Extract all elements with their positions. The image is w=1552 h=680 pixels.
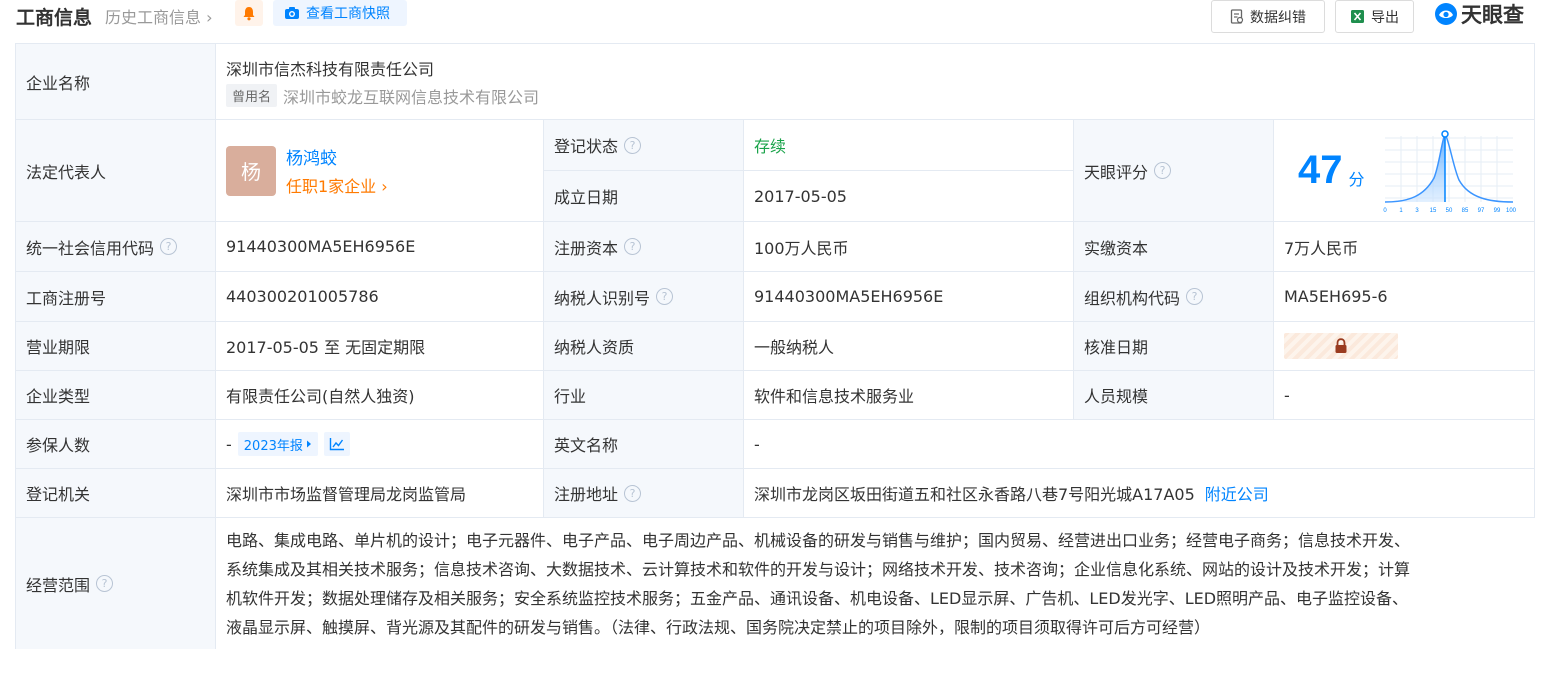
label-credit-code: 统一社会信用代码 ?	[16, 222, 216, 272]
value-reg-status: 存续	[744, 120, 1074, 171]
value-authority: 深圳市市场监督管理局龙岗监管局	[216, 469, 544, 518]
score-unit: 分	[1348, 169, 1365, 189]
notify-button[interactable]	[235, 0, 263, 26]
label-insured: 参保人数	[16, 420, 216, 469]
help-icon[interactable]: ?	[624, 238, 642, 255]
value-english-name: -	[744, 420, 1535, 469]
help-icon[interactable]: ?	[624, 484, 642, 502]
label-term: 营业期限	[16, 322, 216, 371]
score-tick: 97	[1477, 208, 1484, 214]
value-reg-number: 440300201005786	[216, 272, 544, 322]
value-credit-code: 91440300MA5EH6956E	[216, 222, 544, 272]
label-staff-size: 人员规模	[1074, 371, 1274, 420]
excel-icon	[1351, 10, 1364, 23]
score-tick: 15	[1429, 208, 1436, 214]
label-taxpayer-id: 纳税人识别号 ?	[544, 272, 744, 322]
positions-link[interactable]: 任职1家企业 ›	[286, 173, 388, 197]
label-legal-rep: 法定代表人	[16, 120, 216, 222]
annual-report-tag[interactable]: 2023年报	[237, 432, 318, 456]
label-established: 成立日期	[544, 171, 744, 222]
value-taxpayer-id: 91440300MA5EH6956E	[744, 272, 1074, 322]
label-reg-number: 工商注册号	[16, 272, 216, 322]
line-chart-icon	[329, 438, 344, 451]
label-score: 天眼评分 ?	[1074, 120, 1274, 222]
scope-line: 系统集成及其相关技术服务；信息技术咨询、大数据技术、云计算技术和软件的开发与设计…	[226, 559, 1411, 579]
label-english-name: 英文名称	[544, 420, 744, 469]
label-reg-status: 登记状态 ?	[544, 120, 744, 171]
scope-line: 电路、集成电路、单片机的设计；电子元器件、电子产品、电子周边产品、机械设备的研发…	[226, 530, 1411, 550]
label-industry: 行业	[544, 371, 744, 420]
lock-icon	[1335, 338, 1347, 353]
value-industry: 软件和信息技术服务业	[744, 371, 1074, 420]
label-taxpayer-type: 纳税人资质	[544, 322, 744, 371]
value-insured: - 2023年报	[216, 420, 544, 469]
label-scope: 经营范围 ?	[16, 518, 216, 649]
label-authority: 登记机关	[16, 469, 216, 518]
value-company-name: 深圳市信杰科技有限责任公司 曾用名 深圳市蛟龙互联网信息技术有限公司	[216, 44, 1535, 120]
value-score[interactable]: 47 分 0 1 3 15 50 85 97 99 100	[1274, 120, 1535, 222]
reg-status-value: 存续	[754, 137, 787, 156]
label-reg-capital: 注册资本 ?	[544, 222, 744, 272]
header-bar: 工商信息 历史工商信息 › 查看工商快照 数据纠错 导出 天眼查	[0, 0, 1552, 33]
help-icon[interactable]: ?	[160, 238, 178, 255]
bell-icon	[243, 6, 255, 20]
report-icon	[1230, 9, 1244, 24]
tianyancha-logo-icon	[1435, 3, 1457, 25]
score-distribution-chart: 0 1 3 15 50 85 97 99 100	[1383, 129, 1517, 214]
history-link[interactable]: 历史工商信息 ›	[105, 4, 213, 28]
avatar: 杨	[226, 145, 276, 196]
help-icon[interactable]: ?	[1154, 162, 1172, 179]
label-org-code: 组织机构代码 ?	[1074, 272, 1274, 322]
camera-icon	[285, 7, 299, 19]
nearby-companies-link[interactable]: 附近公司	[1205, 481, 1269, 505]
brand-logo: 天眼查	[1434, 0, 1524, 28]
former-name: 深圳市蛟龙互联网信息技术有限公司	[283, 87, 540, 107]
value-org-code: MA5EH695-6	[1274, 272, 1535, 322]
value-legal-rep: 杨 杨鸿蛟 任职1家企业 ›	[216, 120, 544, 222]
label-company-type: 企业类型	[16, 371, 216, 420]
scope-line: 液晶显示屏、触摸屏、背光源及其配件的研发与销售。（法律、行政法规、国务院决定禁止…	[226, 617, 1211, 637]
score-tick: 1	[1399, 208, 1403, 214]
help-icon[interactable]: ?	[96, 575, 114, 592]
label-approval-date: 核准日期	[1074, 322, 1274, 371]
legal-rep-name-link[interactable]: 杨鸿蛟	[286, 144, 388, 169]
value-term: 2017-05-05 至 无固定期限	[216, 322, 544, 371]
label-address: 注册地址 ?	[544, 469, 744, 518]
value-reg-capital: 100万人民币	[744, 222, 1074, 272]
help-icon[interactable]: ?	[1186, 288, 1204, 305]
locked-content[interactable]	[1284, 333, 1398, 359]
label-company-name: 企业名称	[16, 44, 216, 120]
former-name-line: 曾用名 深圳市蛟龙互联网信息技术有限公司	[226, 84, 539, 108]
score-tick: 50	[1445, 208, 1452, 214]
score-tick: 3	[1415, 208, 1419, 214]
caret-right-icon	[306, 440, 311, 448]
data-error-button[interactable]: 数据纠错	[1211, 0, 1325, 33]
help-icon[interactable]: ?	[624, 136, 642, 154]
value-taxpayer-type: 一般纳税人	[744, 322, 1074, 371]
business-info-table: 企业名称 深圳市信杰科技有限责任公司 曾用名 深圳市蛟龙互联网信息技术有限公司 …	[15, 43, 1535, 649]
label-paid-capital: 实缴资本	[1074, 222, 1274, 272]
value-paid-capital: 7万人民币	[1274, 222, 1535, 272]
export-button[interactable]: 导出	[1335, 0, 1414, 33]
value-address: 深圳市龙岗区坂田街道五和社区永香路八巷7号阳光城A17A05 附近公司	[744, 469, 1535, 518]
scope-line: 机软件开发；数据处理储存及相关服务；安全系统监控技术服务；五金产品、通讯设备、机…	[226, 588, 1409, 608]
value-company-type: 有限责任公司(自然人独资)	[216, 371, 544, 420]
former-name-tag: 曾用名	[226, 84, 278, 107]
help-icon[interactable]: ?	[656, 288, 674, 305]
trend-chart-button[interactable]	[323, 432, 350, 456]
score-tick: 100	[1506, 208, 1517, 214]
snapshot-button[interactable]: 查看工商快照	[273, 0, 407, 26]
value-established: 2017-05-05	[744, 171, 1074, 222]
score-tick: 99	[1493, 208, 1500, 214]
score-number: 47	[1298, 148, 1343, 192]
score-tick: 85	[1461, 208, 1468, 214]
value-approval-date	[1274, 322, 1535, 371]
section-title: 工商信息	[16, 7, 93, 29]
value-scope: 电路、集成电路、单片机的设计；电子元器件、电子产品、电子周边产品、机械设备的研发…	[216, 518, 1535, 649]
score-tick: 0	[1383, 208, 1387, 214]
value-staff-size: -	[1274, 371, 1535, 420]
company-name: 深圳市信杰科技有限责任公司	[226, 59, 435, 79]
